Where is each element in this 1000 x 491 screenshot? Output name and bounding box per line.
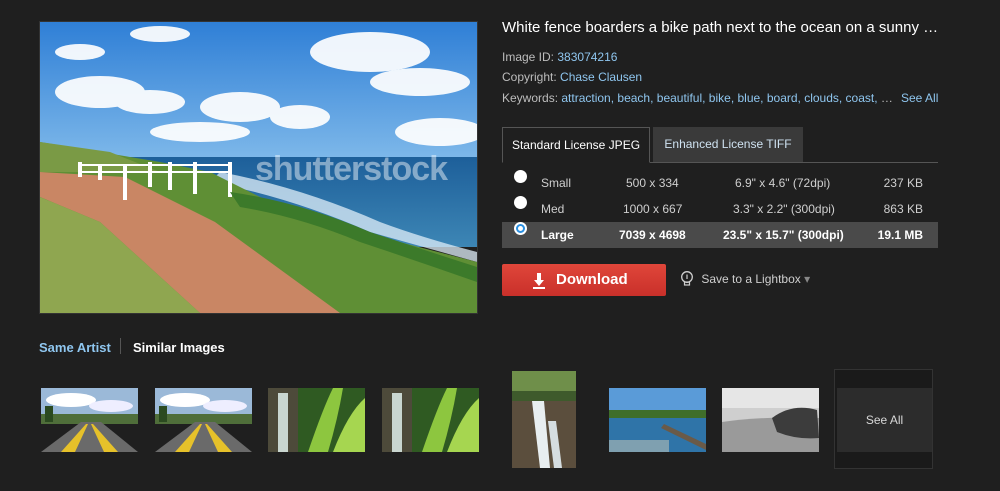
chevron-down-icon: ▾ bbox=[804, 272, 811, 287]
waterfall-photo bbox=[268, 388, 365, 452]
thumbnail-pier[interactable] bbox=[609, 388, 706, 452]
download-label: Download bbox=[556, 271, 628, 288]
tab-similar-images[interactable]: Similar Images bbox=[133, 340, 225, 355]
waterfall-photo bbox=[382, 388, 479, 452]
size-name: Small bbox=[541, 176, 572, 190]
thumbnail-rocks-bw[interactable] bbox=[722, 388, 819, 452]
license-tabs: Standard License JPEG Enhanced License T… bbox=[502, 127, 938, 163]
size-name: Med bbox=[541, 202, 565, 216]
radio-small[interactable] bbox=[514, 170, 527, 183]
size-row-large[interactable]: Large 7039 x 4698 23.5" x 15.7" (300dpi)… bbox=[502, 222, 938, 248]
lightbulb-icon bbox=[681, 271, 693, 286]
size-print: 3.3" x 2.2" (300dpi) bbox=[733, 202, 835, 216]
image-id-label: Image ID: bbox=[502, 50, 555, 64]
copyright-link[interactable]: Chase Clausen bbox=[560, 70, 642, 84]
rocks-photo bbox=[722, 388, 819, 452]
size-pixels: 1000 x 667 bbox=[623, 202, 683, 216]
thumbnail-road-2[interactable] bbox=[155, 388, 252, 452]
thumbnail-road-1[interactable] bbox=[41, 388, 138, 452]
keywords-line: Keywords: attraction, beach, beautiful, … bbox=[502, 91, 897, 105]
thumbnail-waterfall-1[interactable] bbox=[268, 388, 365, 452]
tab-enhanced-license[interactable]: Enhanced License TIFF bbox=[653, 127, 803, 162]
radio-med[interactable] bbox=[514, 196, 527, 209]
see-all-label: See All bbox=[837, 388, 932, 452]
size-print: 23.5" x 15.7" (300dpi) bbox=[723, 228, 844, 242]
road-photo bbox=[155, 388, 252, 452]
size-filesize: 19.1 MB bbox=[877, 228, 923, 242]
keywords-list[interactable]: attraction, beach, beautiful, bike, blue… bbox=[561, 91, 897, 105]
size-filesize: 237 KB bbox=[883, 176, 923, 190]
size-print: 6.9" x 4.6" (72dpi) bbox=[735, 176, 831, 190]
keywords-see-all-link[interactable]: See All bbox=[901, 91, 938, 105]
download-button[interactable]: Download bbox=[502, 264, 666, 296]
lightbox-label: Save to a Lightbox bbox=[701, 272, 801, 287]
image-id-line: Image ID: 383074216 bbox=[502, 50, 617, 64]
tab-divider bbox=[120, 338, 121, 354]
size-row-small[interactable]: Small 500 x 334 6.9" x 4.6" (72dpi) 237 … bbox=[502, 170, 938, 196]
image-id-value: 383074216 bbox=[557, 50, 618, 64]
size-pixels: 7039 x 4698 bbox=[619, 228, 686, 242]
watermark-text: shutterstock bbox=[255, 150, 448, 188]
thumbnail-waterfall-2[interactable] bbox=[382, 388, 479, 452]
size-row-med[interactable]: Med 1000 x 667 3.3" x 2.2" (300dpi) 863 … bbox=[502, 196, 938, 222]
cascade-photo bbox=[512, 371, 576, 468]
keywords-label: Keywords: bbox=[502, 91, 559, 105]
tab-standard-license[interactable]: Standard License JPEG bbox=[502, 127, 650, 163]
image-title: White fence boarders a bike path next to… bbox=[502, 19, 942, 36]
save-to-lightbox-link[interactable]: Save to a Lightbox ▾ bbox=[680, 271, 810, 289]
size-filesize: 863 KB bbox=[883, 202, 923, 216]
pier-photo bbox=[609, 388, 706, 452]
copyright-line: Copyright: Chase Clausen bbox=[502, 70, 642, 84]
road-photo bbox=[41, 388, 138, 452]
size-name: Large bbox=[541, 228, 574, 242]
main-image[interactable]: shutterstock bbox=[39, 21, 478, 314]
radio-large-selected[interactable] bbox=[514, 222, 527, 235]
copyright-label: Copyright: bbox=[502, 70, 557, 84]
tab-same-artist[interactable]: Same Artist bbox=[39, 340, 111, 355]
thumbnail-cascade[interactable] bbox=[512, 371, 576, 468]
size-pixels: 500 x 334 bbox=[626, 176, 679, 190]
see-all-similar-button[interactable]: See All bbox=[834, 369, 933, 469]
download-arrow-icon bbox=[532, 264, 546, 308]
